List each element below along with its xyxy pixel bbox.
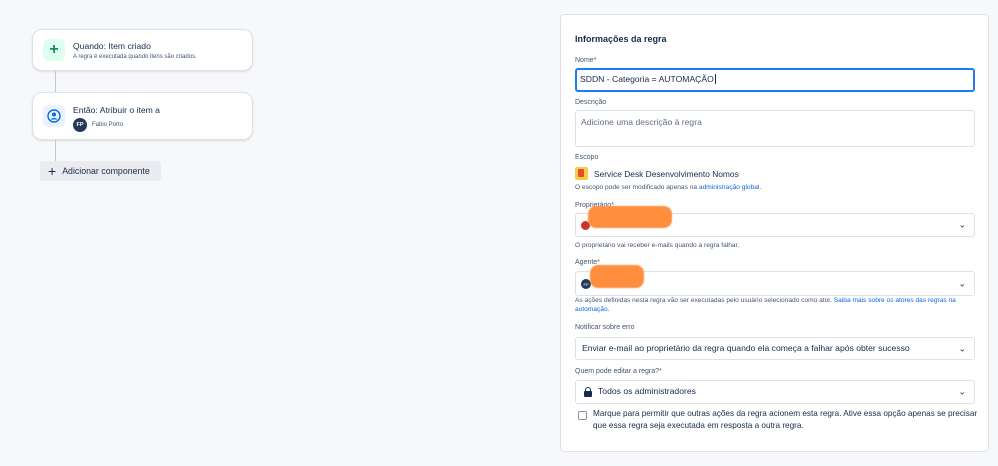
notify-label: Notificar sobre erro — [575, 324, 635, 331]
description-textarea[interactable]: Adicione uma descrição à regra — [575, 110, 975, 147]
panel-title: Informações da regra — [575, 34, 667, 44]
plus-icon: + — [43, 39, 65, 61]
flow-connector — [55, 71, 56, 92]
description-placeholder: Adicione uma descrição à regra — [581, 117, 702, 127]
chevron-down-icon: ⌄ — [958, 386, 966, 397]
scope-help: O escopo pode ser modificado apenas na a… — [575, 184, 762, 191]
trigger-card[interactable]: + Quando: Item criado A regra é executad… — [32, 29, 253, 71]
redaction-mark — [590, 265, 644, 288]
editors-label: Quem pode editar a regra?* — [575, 368, 662, 375]
editors-value: Todos os administradores — [598, 386, 696, 396]
assign-user-icon — [43, 105, 65, 127]
name-label: Nome* — [575, 57, 597, 64]
action-card[interactable]: Então: Atribuir o item a FP Fabio Porto — [32, 92, 253, 140]
avatar: FP — [73, 118, 87, 132]
global-admin-link[interactable]: administração global — [699, 184, 759, 191]
redaction-mark — [588, 206, 672, 228]
action-assignee: FP Fabio Porto — [73, 118, 123, 132]
scope-label: Escopo — [575, 154, 599, 161]
trigger-subtitle: A regra é executada quando itens são cri… — [73, 54, 197, 60]
owner-help: O proprietário vai receber e-mails quand… — [575, 242, 740, 249]
scope-value: Service Desk Desenvolvimento Nomos — [575, 167, 739, 180]
plus-icon: + — [48, 163, 57, 179]
add-component-label: Adicionar componente — [62, 166, 150, 176]
description-label: Descrição — [575, 99, 607, 106]
chevron-down-icon: ⌄ — [958, 278, 966, 288]
notify-select[interactable]: Enviar e-mail ao proprietário da regra q… — [575, 337, 975, 360]
allow-trigger-checkbox[interactable] — [578, 411, 587, 420]
flow-connector — [55, 140, 56, 161]
action-title: Então: Atribuir o item a — [73, 105, 160, 115]
trigger-title: Quando: Item criado — [73, 41, 151, 51]
rule-name-input[interactable]: SDDN - Categoria = AUTOMAÇÃO — [575, 68, 975, 92]
notify-value: Enviar e-mail ao proprietário da regra q… — [582, 343, 910, 353]
rule-name-value: SDDN - Categoria = AUTOMAÇÃO — [580, 74, 714, 84]
allow-trigger-label: Marque para permitir que outras ações da… — [593, 409, 978, 430]
chevron-down-icon: ⌄ — [958, 343, 966, 353]
chevron-down-icon: ⌄ — [958, 219, 966, 230]
lock-icon — [584, 387, 592, 397]
add-component-button[interactable]: + Adicionar componente — [40, 161, 161, 181]
agent-help: As ações definidas nesta regra vão ser e… — [575, 297, 956, 313]
rule-details-panel: Informações da regra Nome* SDDN - Catego… — [560, 14, 989, 452]
assignee-name: Fabio Porto — [92, 122, 124, 128]
editors-select[interactable]: Todos os administradores ⌄ — [575, 380, 975, 404]
project-icon — [575, 167, 588, 180]
